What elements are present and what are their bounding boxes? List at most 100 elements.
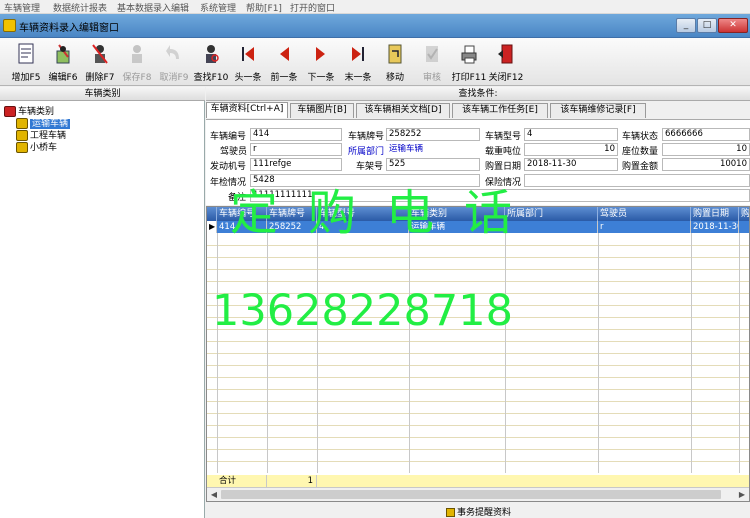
prev-record-icon	[280, 47, 289, 61]
cancel-button[interactable]: 取消F9	[156, 40, 192, 84]
window-title: 车辆资料录入编辑窗口	[19, 23, 119, 34]
dept-label[interactable]: 所属部门	[348, 144, 384, 157]
driver-label: 驾驶员	[220, 147, 248, 157]
edit-pencil-icon	[56, 44, 70, 64]
reminder-label: 事务提醒资料	[457, 508, 512, 518]
tab-vehicle-info[interactable]: 车辆资料[Ctrl+A]	[206, 102, 288, 118]
menu-open-windows[interactable]: 打开的窗口	[290, 1, 335, 14]
insurance-field[interactable]	[524, 174, 750, 187]
reminder-button[interactable]: 事务提醒资料	[446, 505, 511, 518]
grid-corner	[207, 207, 217, 221]
search-conditions-bar[interactable]: 查找条件:	[206, 87, 750, 101]
plate-field[interactable]: 258252	[386, 128, 480, 141]
model-field[interactable]: 4	[524, 128, 618, 141]
row-indicator-icon: ▶	[209, 221, 217, 233]
vehicle-no-label: 车辆编号	[210, 132, 247, 142]
last-record-icon	[352, 47, 364, 61]
col-more[interactable]: 购	[739, 207, 749, 221]
purchase-date-field[interactable]: 2018-11-30	[524, 158, 618, 171]
find-button[interactable]: 查找F10	[193, 40, 229, 84]
menu-statistics-reports[interactable]: 数据统计报表	[53, 1, 107, 14]
tree-item-label: 小桥车	[30, 143, 58, 153]
tab-work-tasks[interactable]: 该车辆工作任务[E]	[452, 103, 548, 118]
close-button[interactable]: 关闭F12	[488, 40, 524, 84]
engine-label: 发动机号	[210, 162, 247, 172]
cell-purchase-date[interactable]: 2018-11-30	[691, 221, 739, 233]
model-label: 车辆型号	[485, 132, 522, 142]
purchase-date-label: 购置日期	[485, 162, 522, 172]
folder-car-icon	[4, 106, 16, 117]
total-count: 1	[267, 475, 317, 487]
tab-related-docs[interactable]: 该车辆相关文档[D]	[356, 103, 450, 118]
approve-icon	[426, 46, 438, 62]
scroll-thumb[interactable]	[221, 490, 721, 499]
move-icon	[388, 44, 402, 64]
car-icon	[16, 142, 28, 153]
menu-basic-data-entry[interactable]: 基本数据录入编辑	[117, 1, 189, 14]
move-button[interactable]: 移动	[377, 40, 413, 84]
col-purchase-date[interactable]: 购置日期	[691, 207, 739, 221]
vehicle-grid[interactable]: 车辆编号 车辆牌号 车辆型号 车辆类别 所属部门 驾驶员 购置日期 购 ▶ 41…	[206, 206, 750, 502]
category-panel-header: 车辆类别	[0, 87, 205, 101]
add-button[interactable]: 增加F5	[8, 40, 44, 84]
maximize-button[interactable]: □	[697, 18, 717, 33]
add-document-icon	[18, 43, 34, 64]
delete-button[interactable]: 删除F7	[82, 40, 118, 84]
exit-door-icon	[498, 44, 513, 64]
frame-label: 车架号	[356, 162, 384, 172]
close-button-label: 关闭F12	[488, 73, 524, 83]
save-icon	[132, 45, 142, 63]
scroll-right-icon[interactable]: ▶	[735, 488, 749, 501]
prev-record-button[interactable]: 前一条	[266, 40, 302, 84]
seats-field[interactable]: 10	[662, 143, 750, 156]
total-row: 合计 1	[207, 475, 749, 487]
tab-vehicle-photos[interactable]: 车辆图片[B]	[290, 103, 354, 118]
watermark-phone: 13628228718	[212, 286, 513, 336]
menu-help[interactable]: 帮助[F1]	[246, 1, 282, 14]
save-button[interactable]: 保存F8	[119, 40, 155, 84]
cell-driver[interactable]: r	[598, 221, 691, 233]
tree-item-small-car[interactable]: 小桥车	[16, 140, 57, 153]
total-label: 合计	[217, 475, 267, 487]
tonnage-field[interactable]: 10	[524, 143, 618, 156]
print-button[interactable]: 打印F11	[451, 40, 487, 84]
first-record-button[interactable]: 头一条	[230, 40, 266, 84]
dept-field[interactable]: 运输车辆	[386, 143, 480, 156]
price-field[interactable]: 10010	[662, 158, 750, 171]
driver-field[interactable]: r	[250, 143, 342, 156]
price-label: 购置金额	[622, 162, 659, 172]
last-record-button[interactable]: 末一条	[340, 40, 376, 84]
category-panel: 车辆类别 车辆类别 运输车辆 工程车辆 小桥车	[0, 87, 205, 518]
edit-button[interactable]: 编辑F6	[45, 40, 81, 84]
app-icon	[3, 19, 16, 32]
grid-horizontal-scrollbar[interactable]: ◀ ▶	[207, 487, 749, 501]
cell-more[interactable]	[739, 221, 749, 233]
reminder-icon	[446, 508, 455, 517]
toolbar: 增加F5 编辑F6 删除F7 保存F8 取消F9 查找F10 头一条 前一条 下…	[0, 38, 750, 86]
menu-vehicle-management[interactable]: 车辆管理	[4, 1, 40, 14]
first-record-icon	[242, 47, 254, 61]
engine-field[interactable]: 111refge	[250, 158, 342, 171]
status-label: 车辆状态	[622, 132, 659, 142]
next-record-icon	[316, 47, 325, 61]
next-record-button[interactable]: 下一条	[303, 40, 339, 84]
tab-repair-records[interactable]: 该车辆维修记录[F]	[550, 103, 646, 118]
bottom-bar: 事务提醒资料	[206, 503, 750, 518]
col-driver[interactable]: 驾驶员	[598, 207, 691, 221]
window-title-bar: 车辆资料录入编辑窗口 _ □ ✕	[0, 14, 750, 38]
minimize-button[interactable]: _	[676, 18, 696, 33]
seats-label: 座位数量	[622, 147, 659, 157]
menu-system-management[interactable]: 系统管理	[200, 1, 236, 14]
tonnage-label: 载重吨位	[485, 147, 522, 157]
print-icon	[461, 45, 477, 64]
tab-strip: 车辆资料[Ctrl+A] 车辆图片[B] 该车辆相关文档[D] 该车辆工作任务[…	[206, 102, 750, 118]
search-person-icon	[206, 45, 219, 63]
approve-button[interactable]: 审核	[414, 40, 450, 84]
vehicle-no-field[interactable]: 414	[250, 128, 342, 141]
close-window-button[interactable]: ✕	[718, 18, 748, 33]
frame-field[interactable]: 525	[386, 158, 480, 171]
watermark-title: 定购电话	[230, 185, 543, 241]
status-field[interactable]: 6666666	[662, 128, 750, 141]
plate-label: 车辆牌号	[348, 132, 385, 142]
scroll-left-icon[interactable]: ◀	[207, 488, 221, 501]
